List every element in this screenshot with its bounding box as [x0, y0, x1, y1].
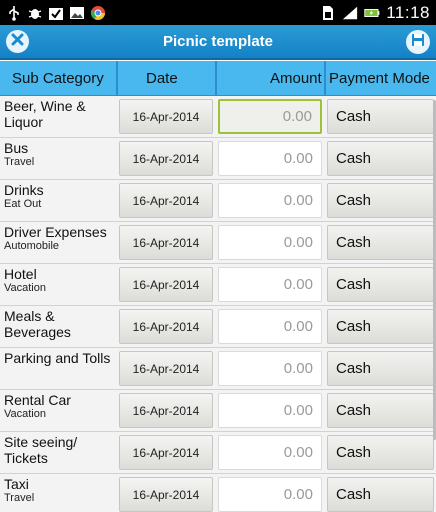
- check-icon: [48, 5, 64, 21]
- table-row: Beer, Wine & Liquor 16-Apr-2014 0.00 Cas…: [0, 96, 436, 138]
- table-header: Sub Category Date Amount Payment Mode: [0, 61, 436, 96]
- table-row: Rental Car Vacation 16-Apr-2014 0.00 Cas…: [0, 390, 436, 432]
- date-button[interactable]: 16-Apr-2014: [119, 393, 213, 428]
- amount-input[interactable]: 0.00: [218, 435, 322, 470]
- header-amount: Amount: [270, 70, 322, 87]
- category-name: Vacation: [4, 282, 46, 294]
- payment-mode-button[interactable]: Cash: [327, 183, 434, 218]
- chrome-icon: [90, 5, 106, 21]
- sub-category-name: Hotel: [4, 266, 37, 282]
- header-date: Date: [146, 70, 178, 87]
- date-button[interactable]: 16-Apr-2014: [119, 477, 213, 512]
- table-row: Site seeing/ Tickets 16-Apr-2014 0.00 Ca…: [0, 432, 436, 474]
- sub-category-cell: Driver Expenses Automobile: [4, 224, 114, 253]
- sub-category-name: Driver Expenses: [4, 224, 107, 240]
- category-name: Travel: [4, 156, 35, 168]
- header-divider: [324, 61, 326, 96]
- header-sub-category: Sub Category: [12, 70, 104, 87]
- usb-icon: [6, 5, 22, 21]
- sub-category-name: Bus: [4, 140, 29, 156]
- signal-icon: [342, 5, 358, 21]
- date-button[interactable]: 16-Apr-2014: [119, 309, 213, 344]
- table-row: Meals & Beverages 16-Apr-2014 0.00 Cash: [0, 306, 436, 348]
- sub-category-cell: Parking and Tolls: [4, 350, 114, 366]
- sim-icon: [320, 5, 336, 21]
- battery-charging-icon: [364, 5, 380, 21]
- sub-category-cell: Meals & Beverages: [4, 308, 114, 340]
- table-row: Drinks Eat Out 16-Apr-2014 0.00 Cash: [0, 180, 436, 222]
- sub-category-name: Taxi: [4, 476, 29, 492]
- category-name: Automobile: [4, 240, 60, 252]
- payment-mode-button[interactable]: Cash: [327, 435, 434, 470]
- date-button[interactable]: 16-Apr-2014: [119, 435, 213, 470]
- table-row: Parking and Tolls 16-Apr-2014 0.00 Cash: [0, 348, 436, 390]
- sub-category-name: Meals & Beverages: [4, 308, 71, 340]
- header-divider: [116, 61, 118, 96]
- header-payment-mode: Payment Mode: [329, 70, 430, 87]
- payment-mode-button[interactable]: Cash: [327, 225, 434, 260]
- category-name: Vacation: [4, 408, 46, 420]
- amount-input[interactable]: 0.00: [218, 393, 322, 428]
- bug-icon: [27, 5, 43, 21]
- date-button[interactable]: 16-Apr-2014: [119, 99, 213, 134]
- table-row: Driver Expenses Automobile 16-Apr-2014 0…: [0, 222, 436, 264]
- amount-input[interactable]: 0.00: [218, 183, 322, 218]
- payment-mode-button[interactable]: Cash: [327, 99, 434, 134]
- payment-mode-button[interactable]: Cash: [327, 351, 434, 386]
- table-row: Hotel Vacation 16-Apr-2014 0.00 Cash: [0, 264, 436, 306]
- sub-category-cell: Drinks Eat Out: [4, 182, 114, 211]
- sub-category-cell: Bus Travel: [4, 140, 114, 169]
- table-row: Bus Travel 16-Apr-2014 0.00 Cash: [0, 138, 436, 180]
- header-divider: [215, 61, 217, 96]
- amount-input[interactable]: 0.00: [218, 267, 322, 302]
- payment-mode-button[interactable]: Cash: [327, 267, 434, 302]
- sub-category-cell: Beer, Wine & Liquor: [4, 98, 114, 130]
- amount-input[interactable]: 0.00: [218, 477, 322, 512]
- category-name: Travel: [4, 492, 35, 504]
- system-icons: 11:18: [320, 2, 430, 23]
- payment-mode-button[interactable]: Cash: [327, 477, 434, 512]
- clock: 11:18: [386, 2, 430, 22]
- date-button[interactable]: 16-Apr-2014: [119, 225, 213, 260]
- notification-icons: [6, 3, 106, 22]
- amount-input[interactable]: 0.00: [218, 225, 322, 260]
- sub-category-name: Rental Car: [4, 392, 71, 408]
- payment-mode-button[interactable]: Cash: [327, 393, 434, 428]
- amount-input[interactable]: 0.00: [218, 309, 322, 344]
- table-row: Taxi Travel 16-Apr-2014 0.00 Cash: [0, 474, 436, 512]
- sub-category-cell: Hotel Vacation: [4, 266, 114, 295]
- sub-category-name: Site seeing/ Tickets: [4, 434, 78, 466]
- amount-input[interactable]: 0.00: [218, 99, 322, 134]
- sub-category-name: Drinks: [4, 182, 44, 198]
- title-bar: Picnic template: [0, 25, 436, 60]
- payment-mode-button[interactable]: Cash: [327, 309, 434, 344]
- date-button[interactable]: 16-Apr-2014: [119, 351, 213, 386]
- date-button[interactable]: 16-Apr-2014: [119, 267, 213, 302]
- sub-category-name: Beer, Wine & Liquor: [4, 98, 86, 130]
- amount-input[interactable]: 0.00: [218, 351, 322, 386]
- payment-mode-button[interactable]: Cash: [327, 141, 434, 176]
- category-name: Eat Out: [4, 198, 42, 210]
- date-button[interactable]: 16-Apr-2014: [119, 183, 213, 218]
- page-title: Picnic template: [162, 33, 274, 50]
- status-bar: 11:18: [0, 0, 436, 25]
- date-button[interactable]: 16-Apr-2014: [119, 141, 213, 176]
- sub-category-cell: Rental Car Vacation: [4, 392, 114, 421]
- sub-category-cell: Site seeing/ Tickets: [4, 434, 114, 466]
- save-button[interactable]: [406, 30, 430, 54]
- save-icon: [411, 33, 425, 52]
- amount-input[interactable]: 0.00: [218, 141, 322, 176]
- photo-icon: [69, 5, 85, 21]
- sub-category-name: Parking and Tolls: [4, 350, 111, 366]
- sub-category-cell: Taxi Travel: [4, 476, 114, 505]
